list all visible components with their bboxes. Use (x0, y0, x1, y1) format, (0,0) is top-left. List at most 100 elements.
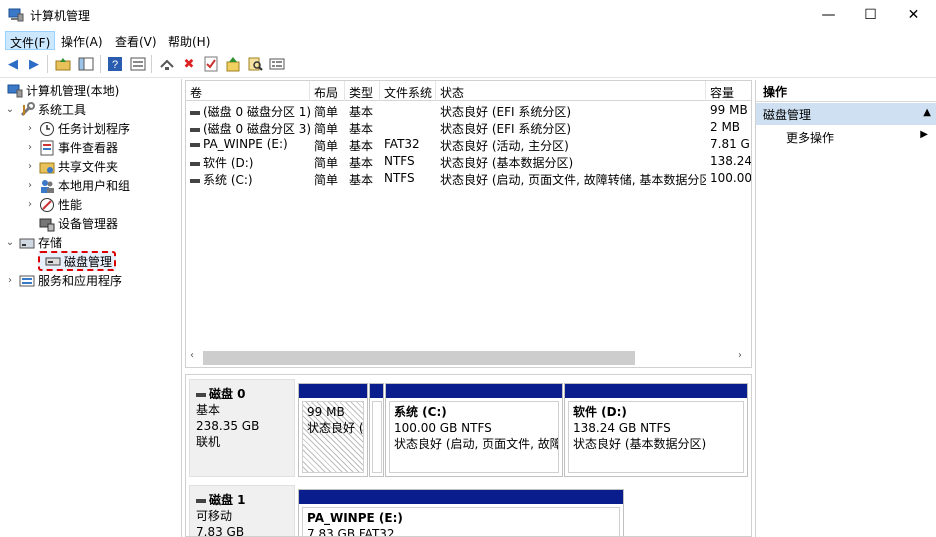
tree-item-local-users[interactable]: › 本地用户和组 (24, 176, 130, 195)
cell-filesystem: NTFS (384, 171, 415, 185)
forward-arrow-icon[interactable]: ▶ (25, 55, 43, 73)
table-row[interactable]: PA_WINPE (E:) 简单 基本 FAT32 状态良好 (活动, 主分区)… (186, 136, 751, 153)
actions-section-disk-management[interactable]: 磁盘管理 ▲ (756, 103, 936, 125)
up-folder-icon[interactable] (54, 55, 72, 73)
partition-bar (386, 384, 562, 398)
actions-section-label: 磁盘管理 (763, 108, 812, 122)
volume-icon (190, 110, 200, 115)
toolbar-separator (151, 55, 152, 73)
partition-pa-winpe-e[interactable]: PA_WINPE (E:) 7.83 GB FAT32 (298, 489, 624, 536)
partition-system-c[interactable]: 系统 (C:) 100.00 GB NTFS 状态良好 (启动, 页面文件, 故… (385, 383, 563, 477)
users-icon (41, 179, 54, 193)
disk-graphical-view: 磁盘 0 基本 238.35 GB 联机 99 MB 状态良好 (E 系统 (C… (185, 374, 752, 537)
column-header-volume[interactable]: 卷 (186, 81, 310, 101)
chevron-right-icon[interactable]: › (24, 180, 36, 191)
column-header-layout[interactable]: 布局 (310, 81, 345, 101)
partition-status: 状态良好 (启动, 页面文件, 故障 (394, 437, 559, 451)
cell-capacity: 100.00 (710, 171, 752, 185)
cell-volume-text: 软件 (D:) (203, 156, 254, 170)
table-row[interactable]: (磁盘 0 磁盘分区 3) 简单 基本 状态良好 (EFI 系统分区) 2 MB (186, 119, 751, 136)
cell-volume-text: (磁盘 0 磁盘分区 1) (203, 105, 310, 119)
scroll-left-arrow-icon[interactable]: ‹ (190, 350, 194, 361)
cell-volume: (磁盘 0 磁盘分区 1) (186, 102, 310, 119)
cell-status: 状态良好 (基本数据分区) (440, 156, 574, 170)
scroll-right-arrow-icon[interactable]: › (738, 350, 742, 361)
tree-label-shared-folders: 共享文件夹 (58, 160, 119, 174)
services-icon (19, 275, 35, 286)
partition-efi-1[interactable]: 99 MB 状态良好 (E (298, 383, 368, 477)
table-row[interactable]: (磁盘 0 磁盘分区 1) 简单 基本 状态良好 (EFI 系统分区) 99 M… (186, 102, 751, 119)
tree-item-task-scheduler[interactable]: › 任务计划程序 (24, 119, 130, 138)
cell-volume-text: 系统 (C:) (203, 173, 253, 187)
show-hide-tree-icon[interactable] (77, 55, 95, 73)
list-header: 卷 布局 类型 文件系统 状态 容量 (186, 81, 751, 101)
tree-item-root[interactable]: 计算机管理(本地) (4, 81, 119, 100)
disk-size: 238.35 GB (196, 419, 260, 433)
partition-efi-3[interactable] (369, 383, 384, 477)
scrollbar-thumb[interactable] (203, 351, 635, 365)
chevron-right-icon[interactable]: › (4, 275, 16, 286)
maximize-button[interactable]: ☐ (848, 0, 893, 30)
cell-volume: 系统 (C:) (186, 170, 310, 187)
partition-title: PA_WINPE (E:) (307, 511, 403, 525)
horizontal-scrollbar[interactable]: ‹ › (186, 349, 751, 367)
chevron-right-icon[interactable]: › (24, 161, 36, 172)
tree-item-disk-management[interactable]: 磁盘管理 (38, 251, 117, 271)
tree-item-performance[interactable]: › 性能 (24, 195, 82, 214)
chevron-down-icon[interactable]: ⌄ (4, 104, 16, 115)
column-header-filesystem[interactable]: 文件系统 (380, 81, 436, 101)
chevron-right-icon[interactable]: › (24, 142, 36, 153)
column-header-type[interactable]: 类型 (345, 81, 380, 101)
device-manager-icon (39, 218, 55, 231)
svg-text:?: ? (112, 59, 118, 71)
column-header-capacity[interactable]: 容量 (706, 81, 751, 101)
disk-name: 磁盘 0 (209, 387, 246, 401)
menu-file[interactable]: 文件(F) (5, 31, 56, 50)
menu-help[interactable]: 帮助(H) (164, 31, 214, 50)
cell-type: 基本 (349, 156, 374, 170)
partition-body: 99 MB 状态良好 (E (302, 401, 364, 473)
tree-item-system-tools[interactable]: ⌄ 系统工具 (4, 100, 86, 119)
chevron-down-icon[interactable]: ⌄ (4, 237, 16, 248)
check-icon[interactable] (202, 55, 220, 73)
back-arrow-icon[interactable]: ◀ (4, 55, 22, 73)
cell-filesystem: NTFS (384, 154, 415, 168)
tree-item-device-manager[interactable]: 设备管理器 (36, 214, 118, 233)
help-icon[interactable]: ? (106, 55, 124, 73)
table-row[interactable]: 系统 (C:) 简单 基本 NTFS 状态良好 (启动, 页面文件, 故障转储,… (186, 170, 752, 187)
cell-volume-text: PA_WINPE (E:) (203, 137, 288, 151)
close-button[interactable]: ✕ (891, 0, 936, 30)
tools-icon (20, 101, 35, 116)
computer-management-icon (7, 84, 23, 97)
export-list-icon[interactable] (268, 55, 286, 73)
volume-icon (190, 142, 200, 147)
chevron-right-icon[interactable]: › (24, 199, 36, 210)
menu-view[interactable]: 查看(V) (111, 31, 161, 50)
chevron-right-icon[interactable]: › (24, 123, 36, 134)
connect-icon[interactable] (158, 55, 176, 73)
import-icon[interactable] (224, 55, 242, 73)
partition-size: 99 MB (307, 405, 345, 419)
tree-item-storage[interactable]: ⌄ 存储 (4, 233, 62, 252)
cell-volume-text: (磁盘 0 磁盘分区 3) (203, 122, 310, 136)
disk-status: 联机 (196, 435, 221, 449)
cell-layout: 简单 (314, 173, 339, 187)
search-icon[interactable] (246, 55, 264, 73)
properties-icon[interactable] (129, 55, 147, 73)
partition-title: 软件 (D:) (573, 405, 627, 419)
tree-item-services-apps[interactable]: › 服务和应用程序 (4, 271, 122, 290)
column-header-status[interactable]: 状态 (436, 81, 706, 101)
chevron-right-icon[interactable]: ▶ (920, 129, 928, 140)
more-actions-link[interactable]: 更多操作 (786, 129, 834, 146)
disk-0-label[interactable]: 磁盘 0 基本 238.35 GB 联机 (189, 379, 295, 477)
disk-1-label[interactable]: 磁盘 1 可移动 7.83 GB (189, 485, 295, 536)
tree-item-event-viewer[interactable]: › 事件查看器 (24, 138, 118, 157)
collapse-caret-icon[interactable]: ▲ (923, 107, 931, 118)
menu-action[interactable]: 操作(A) (57, 31, 107, 50)
cell-status: 状态良好 (EFI 系统分区) (440, 122, 572, 136)
minimize-button[interactable]: — (806, 0, 851, 30)
delete-icon[interactable]: ✖ (180, 55, 198, 73)
tree-item-shared-folders[interactable]: › 共享文件夹 (24, 157, 118, 176)
partition-software-d[interactable]: 软件 (D:) 138.24 GB NTFS 状态良好 (基本数据分区) (564, 383, 748, 477)
table-row[interactable]: 软件 (D:) 简单 基本 NTFS 状态良好 (基本数据分区) 138.24 (186, 153, 751, 170)
